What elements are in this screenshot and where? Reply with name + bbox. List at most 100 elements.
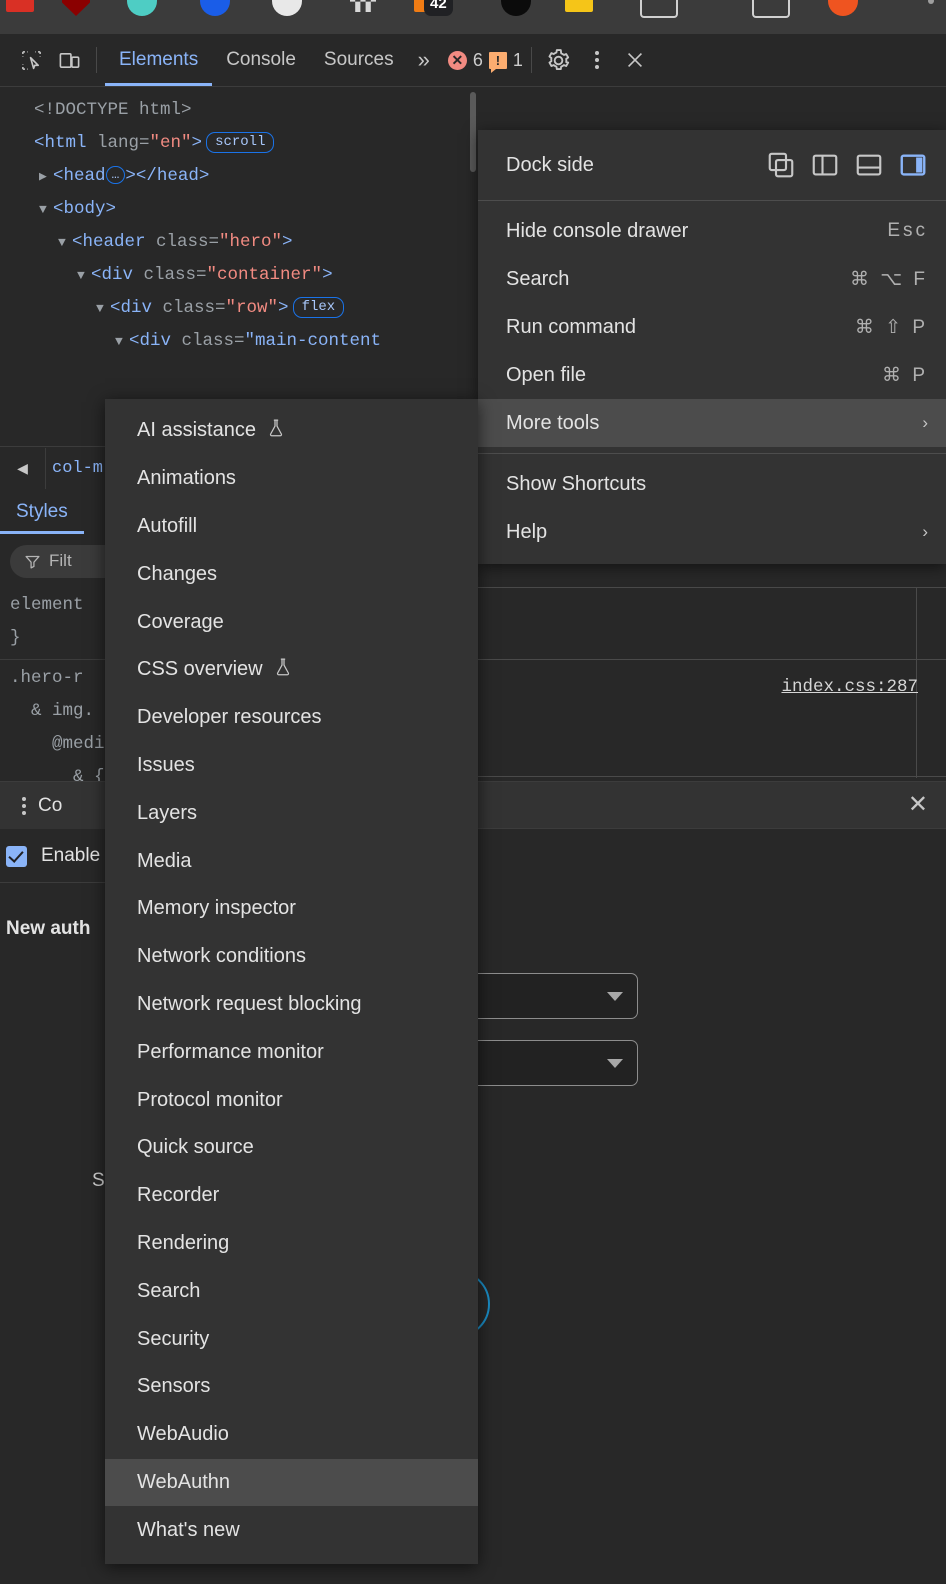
more-tools-item-what-s-new[interactable]: What's new xyxy=(105,1506,478,1554)
extension-icon-white-circle[interactable] xyxy=(272,0,302,16)
extension-icon-red[interactable] xyxy=(6,0,34,12)
drawer-kebab-menu-icon[interactable] xyxy=(22,796,26,815)
device-toolbar-icon[interactable] xyxy=(50,41,88,79)
extension-icon-outline-2[interactable] xyxy=(752,0,790,18)
more-tools-item-label: Sensors xyxy=(137,1375,211,1398)
more-tools-item-css-overview[interactable]: CSS overview xyxy=(105,646,478,694)
collapse-triangle-icon[interactable]: ▼ xyxy=(96,293,110,325)
menu-item-search[interactable]: Search ⌘ ⌥ F xyxy=(478,255,946,303)
tab-styles[interactable]: Styles xyxy=(0,490,84,534)
more-tools-item-search[interactable]: Search xyxy=(105,1267,478,1315)
browser-extension-toolbar: 42 xyxy=(0,0,946,34)
menu-item-shortcut: ⌘ P xyxy=(882,364,928,386)
dock-bottom-icon[interactable] xyxy=(854,150,884,180)
more-tools-item-label: Animations xyxy=(137,467,236,490)
expand-triangle-icon[interactable]: ▶ xyxy=(39,161,53,193)
more-tools-item-animations[interactable]: Animations xyxy=(105,455,478,503)
tab-elements[interactable]: Elements xyxy=(105,34,212,86)
error-count: 6 xyxy=(472,49,483,70)
more-tools-item-memory-inspector[interactable]: Memory inspector xyxy=(105,885,478,933)
extension-icon-wave[interactable] xyxy=(350,0,376,12)
dom-tree-row[interactable]: ▼ <header class="hero"> xyxy=(0,226,478,259)
extension-icon-orange-circle[interactable] xyxy=(828,0,858,16)
collapse-triangle-icon[interactable]: ▼ xyxy=(58,227,72,259)
extension-icon-black-circle[interactable] xyxy=(501,0,531,16)
issues-counters[interactable]: ✕ 6 ! 1 xyxy=(447,49,523,73)
more-tools-item-security[interactable]: Security xyxy=(105,1315,478,1363)
dom-tree-row[interactable]: ▼ <div class="main-content xyxy=(0,325,478,358)
collapse-triangle-icon[interactable]: ▼ xyxy=(115,326,129,358)
new-authenticator-title: New auth xyxy=(6,918,91,939)
extension-icon-shield-dark-red[interactable] xyxy=(62,0,90,16)
toolbar-divider-2 xyxy=(530,47,532,73)
more-tools-item-webaudio[interactable]: WebAudio xyxy=(105,1411,478,1459)
chevron-left-icon[interactable]: ◀ xyxy=(0,447,46,489)
more-tools-item-label: CSS overview xyxy=(137,658,263,681)
extension-icon-dot[interactable] xyxy=(928,0,934,4)
menu-item-open-file[interactable]: Open file ⌘ P xyxy=(478,351,946,399)
more-tools-item-protocol-monitor[interactable]: Protocol monitor xyxy=(105,1076,478,1124)
breadcrumb-item[interactable]: col-m xyxy=(46,459,103,478)
collapse-triangle-icon[interactable]: ▼ xyxy=(39,194,53,226)
more-tools-item-performance-monitor[interactable]: Performance monitor xyxy=(105,1028,478,1076)
more-tools-item-recorder[interactable]: Recorder xyxy=(105,1172,478,1220)
badge-flex[interactable]: flex xyxy=(292,297,345,318)
menu-item-more-tools[interactable]: More tools › xyxy=(478,399,946,447)
undock-window-icon[interactable] xyxy=(766,150,796,180)
extension-icon-blue-circle[interactable] xyxy=(200,0,230,16)
more-tools-item-coverage[interactable]: Coverage xyxy=(105,598,478,646)
more-tools-item-issues[interactable]: Issues xyxy=(105,742,478,790)
experiment-flask-icon xyxy=(266,417,286,445)
close-icon[interactable] xyxy=(616,41,654,79)
inspect-element-icon[interactable] xyxy=(12,41,50,79)
dom-tree-row[interactable]: ▼ <div class="row"> flex xyxy=(0,292,478,325)
more-tools-item-autofill[interactable]: Autofill xyxy=(105,503,478,551)
dom-tree-row[interactable]: ▼ <body> xyxy=(0,193,478,226)
devtools-main-menu: Dock side Hide console drawer Esc Search ⌘ … xyxy=(478,130,946,564)
enable-checkbox[interactable] xyxy=(6,845,27,867)
toolbar-divider xyxy=(96,47,97,73)
extension-icon-gradient-circle[interactable] xyxy=(127,0,157,16)
drawer-tab-console[interactable]: Co xyxy=(38,795,62,817)
kebab-menu-icon[interactable] xyxy=(578,41,616,79)
more-tools-item-media[interactable]: Media xyxy=(105,837,478,885)
dom-tree-scrollbar[interactable] xyxy=(470,92,476,172)
menu-item-label: Hide console drawer xyxy=(506,219,689,242)
menu-item-help[interactable]: Help › xyxy=(478,508,946,556)
dock-right-icon[interactable] xyxy=(898,150,928,180)
dom-node-label: <!DOCTYPE html> xyxy=(34,100,192,120)
dom-tree-row[interactable]: ▼ <div class="container"> xyxy=(0,259,478,292)
menu-item-show-shortcuts[interactable]: Show Shortcuts xyxy=(478,460,946,508)
more-tools-item-sensors[interactable]: Sensors xyxy=(105,1363,478,1411)
dom-tree-row[interactable]: <!DOCTYPE html> xyxy=(0,94,478,127)
gear-icon[interactable] xyxy=(540,41,578,79)
css-source-link[interactable]: index.css:287 xyxy=(781,677,918,697)
extension-icon-outline-1[interactable] xyxy=(640,0,678,18)
menu-item-hide-console-drawer[interactable]: Hide console drawer Esc xyxy=(478,207,946,255)
more-tools-item-changes[interactable]: Changes xyxy=(105,550,478,598)
collapse-triangle-icon[interactable]: ▼ xyxy=(77,260,91,292)
more-tabs-chevron-icon[interactable]: » xyxy=(408,47,440,73)
dock-left-icon[interactable] xyxy=(810,150,840,180)
more-tools-item-network-request-blocking[interactable]: Network request blocking xyxy=(105,981,478,1029)
more-tools-item-developer-resources[interactable]: Developer resources xyxy=(105,694,478,742)
tab-console[interactable]: Console xyxy=(212,34,310,86)
more-tools-item-layers[interactable]: Layers xyxy=(105,789,478,837)
extension-icon-yellow[interactable] xyxy=(565,0,593,12)
dom-tree-row[interactable]: ▶ <head… ></head> xyxy=(0,160,478,193)
menu-item-run-command[interactable]: Run command ⌘ ⇧ P xyxy=(478,303,946,351)
more-tools-item-ai-assistance[interactable]: AI assistance xyxy=(105,407,478,455)
more-tools-item-rendering[interactable]: Rendering xyxy=(105,1220,478,1268)
more-tools-item-webauthn[interactable]: WebAuthn xyxy=(105,1458,478,1507)
tab-sources[interactable]: Sources xyxy=(310,34,408,86)
expand-ellipsis-icon[interactable]: … xyxy=(105,166,126,184)
badge-scroll[interactable]: scroll xyxy=(206,132,275,153)
more-tools-item-quick-source[interactable]: Quick source xyxy=(105,1124,478,1172)
more-tools-item-network-conditions[interactable]: Network conditions xyxy=(105,933,478,981)
dom-tree-row[interactable]: <html lang="en"> scroll xyxy=(0,127,478,160)
dom-node-label: <div class="main-content xyxy=(129,331,382,351)
drawer-close-icon[interactable]: ✕ xyxy=(908,793,928,817)
dom-tree-panel[interactable]: <!DOCTYPE html> <html lang="en"> scroll ▶ <… xyxy=(0,88,478,394)
menu-item-label: Run command xyxy=(506,315,637,338)
devtools-window: Elements Console Sources » ✕ 6 ! 1 <!DOC… xyxy=(0,34,946,1584)
